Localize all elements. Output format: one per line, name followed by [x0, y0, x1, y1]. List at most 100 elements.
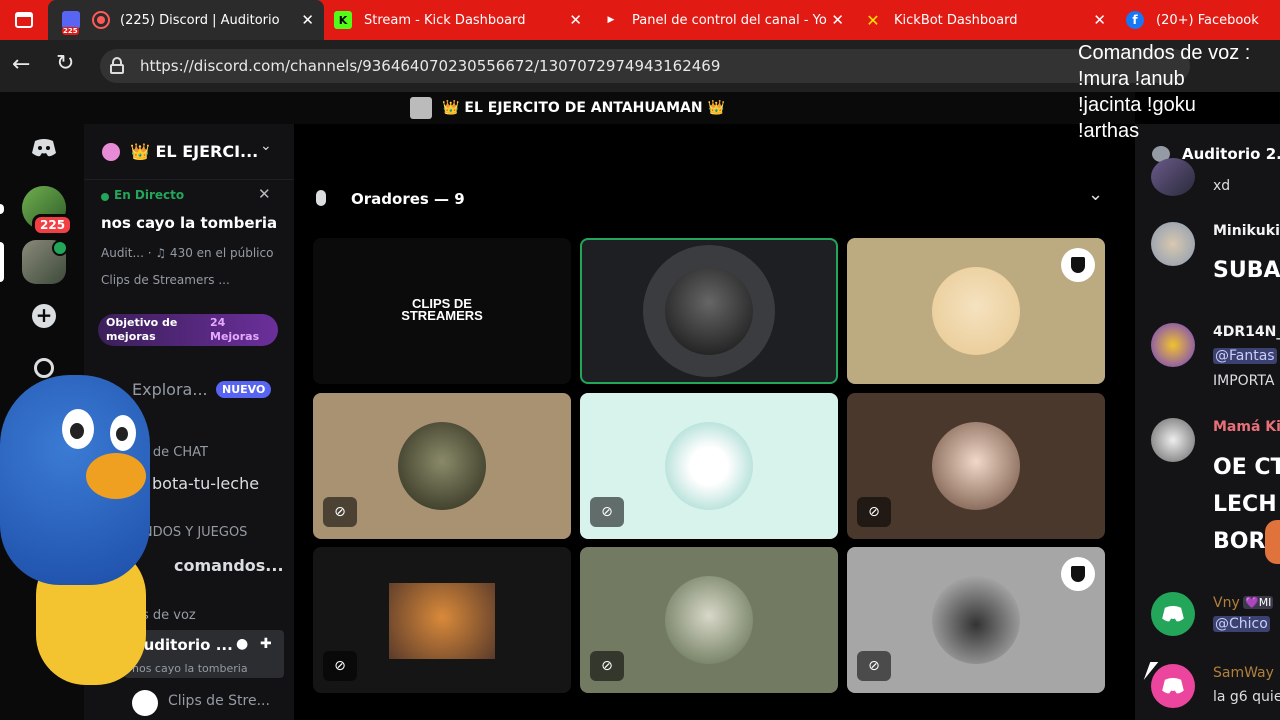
speaker-tile[interactable]: ⊘: [313, 547, 571, 693]
tab-title: KickBot Dashboard: [894, 12, 1018, 28]
server-indicator: [0, 204, 4, 214]
mascot-beak: [86, 453, 146, 499]
stage-view: Oradores — 9 ⌄ CLIPS DE STREAMERS ⊘ ⊘ ⊘ …: [294, 124, 1134, 720]
close-icon[interactable]: ✕: [258, 185, 271, 203]
message-text: xd: [1213, 178, 1231, 194]
overlay-line: !mura !anub: [1078, 68, 1185, 90]
banner-avatar: [410, 97, 433, 119]
speaker-tile[interactable]: CLIPS DE STREAMERS: [313, 238, 571, 384]
chat-header: Auditorio 2.0: [1182, 145, 1280, 163]
user-avatar[interactable]: [1151, 158, 1195, 196]
speaker-avatar: [398, 422, 486, 510]
username[interactable]: SamWay: [1213, 665, 1274, 681]
moderator-shield-icon: [1061, 248, 1095, 282]
live-title: nos cayo la tomberia: [101, 214, 278, 232]
tab-facebook[interactable]: f (20+) Facebook: [1116, 0, 1280, 40]
microphone-icon: [316, 190, 326, 206]
username[interactable]: Minikukit: [1213, 223, 1280, 239]
speaker-tile[interactable]: ⊘: [847, 393, 1105, 539]
banner-title: 👑 EL EJERCITO DE ANTAHUAMAN 👑: [442, 100, 725, 116]
speaker-tile-speaking[interactable]: [580, 238, 838, 384]
reload-icon[interactable]: ↻: [56, 51, 74, 76]
muted-mic-icon: ⊘: [590, 497, 624, 527]
speaker-avatar: [932, 422, 1020, 510]
server-banner: 👑 EL EJERCITO DE ANTAHUAMAN 👑: [0, 92, 1135, 124]
facebook-icon: f: [1126, 11, 1144, 29]
chevron-down-icon: ⌄: [260, 138, 272, 154]
speaker-avatar: [932, 267, 1020, 355]
voice-connected-icon: [52, 240, 68, 256]
server-avatar[interactable]: 225: [22, 186, 74, 236]
message-big-text: LECH: [1213, 492, 1277, 517]
kick-icon: K: [334, 11, 352, 29]
server-header[interactable]: 👑 EL EJERCI... ⌄: [84, 124, 294, 180]
close-tab-icon[interactable]: ✕: [1093, 11, 1106, 29]
user-avatar[interactable]: [1151, 323, 1195, 367]
username[interactable]: Vny: [1213, 595, 1240, 611]
back-icon[interactable]: ←: [12, 52, 30, 77]
collapse-chevron-icon[interactable]: ⌄: [1088, 184, 1103, 205]
message-text: IMPORTA: [1213, 373, 1275, 389]
mention[interactable]: @Chico: [1213, 616, 1270, 632]
mention[interactable]: @Fantas: [1213, 348, 1277, 364]
boost-goal[interactable]: Objetivo de mejoras 24 Mejoras: [98, 314, 278, 346]
stage-chat-panel: Auditorio 2.0 xd Minikukit SUBA 4DR14N_ …: [1135, 124, 1280, 720]
speaker-avatar: [389, 583, 495, 659]
moderator-shield-icon: [1061, 557, 1095, 591]
discord-default-avatar[interactable]: [1151, 592, 1195, 636]
stage-info: Audit... · ♫ 430 en el público: [101, 246, 274, 260]
discord-tab-icon: 225: [62, 11, 80, 35]
url-text: https://discord.com/channels/93646407023…: [140, 57, 721, 75]
speaker-tile[interactable]: ⊘: [313, 393, 571, 539]
tab-youtube[interactable]: ▶ Panel de control del canal - Yo ✕: [592, 0, 854, 40]
tab-title: Panel de control del canal - Yo: [632, 12, 827, 28]
discord-home-icon[interactable]: [22, 126, 66, 170]
speaker-avatar: [665, 267, 753, 355]
chat-bubble-icon[interactable]: ●: [236, 636, 248, 652]
message-big-text: BOR: [1213, 529, 1266, 554]
server-indicator: [0, 242, 4, 282]
speaker-avatar: [665, 576, 753, 664]
mascot-eye: [110, 415, 136, 451]
add-user-icon[interactable]: ✚: [260, 636, 272, 652]
kickbot-icon: ✕: [866, 10, 880, 30]
user-avatar[interactable]: [1151, 222, 1195, 266]
username[interactable]: Mamá Ki: [1213, 419, 1280, 435]
muted-mic-icon: ⊘: [857, 497, 891, 527]
discord-default-avatar[interactable]: [1151, 664, 1195, 708]
user-avatar[interactable]: [1151, 418, 1195, 462]
close-tab-icon[interactable]: ✕: [569, 11, 582, 29]
speakers-label: Oradores — 9: [351, 190, 465, 208]
muted-mic-icon: ⊘: [323, 651, 357, 681]
live-dot: [101, 193, 109, 201]
close-tab-icon[interactable]: ✕: [831, 11, 844, 29]
tab-discord[interactable]: 225 (225) Discord | Auditorio ✕: [48, 0, 324, 40]
tab-kickbot[interactable]: ✕ KickBot Dashboard ✕: [854, 0, 1116, 40]
nuevo-badge: NUEVO: [216, 381, 272, 398]
live-label: En Directo: [114, 188, 185, 202]
server-avatar-antahuaman[interactable]: [22, 240, 68, 284]
message-big-text: SUBA: [1213, 258, 1280, 283]
address-bar[interactable]: https://discord.com/channels/93646407023…: [100, 49, 1190, 83]
speaker-tile[interactable]: ⊘: [580, 547, 838, 693]
username[interactable]: 4DR14N_: [1213, 324, 1280, 340]
tab-title: (20+) Facebook: [1156, 12, 1259, 28]
speaker-tile[interactable]: ⊘: [580, 393, 838, 539]
channel-comandos[interactable]: comandos...: [174, 556, 284, 575]
speaker-tile[interactable]: ⊘: [847, 547, 1105, 693]
boost-count: 24 Mejoras: [210, 316, 260, 343]
speaker-tile[interactable]: [847, 238, 1105, 384]
speaker-avatar: [932, 576, 1020, 664]
channel-clips[interactable]: Clips de Stre...: [168, 693, 270, 709]
add-server-icon[interactable]: +: [32, 304, 56, 328]
overlay-line: Comandos de voz :: [1078, 42, 1251, 64]
close-tab-icon[interactable]: ✕: [301, 11, 314, 29]
lock-icon: [110, 57, 124, 74]
speaker-avatar: [665, 422, 753, 510]
live-stage-card[interactable]: En Directo ✕ nos cayo la tomberia Audit.…: [84, 180, 294, 298]
record-icon: [92, 11, 110, 29]
notification-badge: 225: [32, 214, 74, 236]
clips-label: Clips de Streamers ...: [101, 273, 230, 287]
tab-kick[interactable]: K Stream - Kick Dashboard ✕: [324, 0, 592, 40]
tab-list-icon[interactable]: [0, 0, 48, 40]
